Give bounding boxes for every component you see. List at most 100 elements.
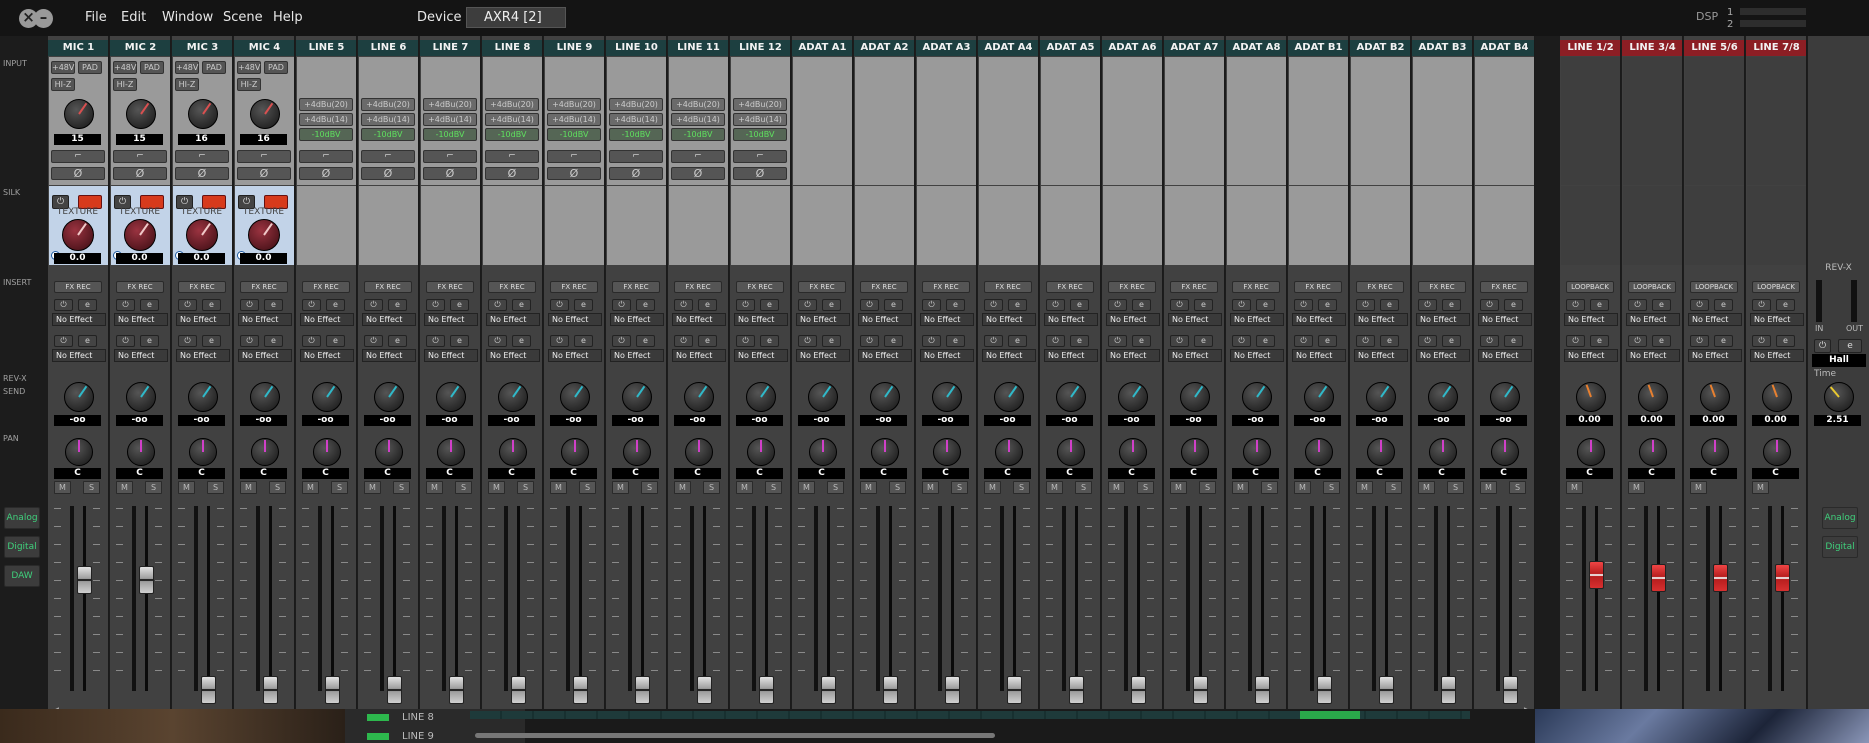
right-analog-view-button[interactable]: Analog bbox=[1822, 507, 1858, 529]
loopback-button[interactable]: LOOPBACK bbox=[1690, 281, 1738, 293]
fader-handle[interactable] bbox=[1713, 564, 1728, 592]
pan-knob[interactable] bbox=[747, 438, 775, 466]
pan-knob[interactable] bbox=[809, 438, 837, 466]
insert-effect-select[interactable]: No Effect bbox=[1106, 313, 1160, 326]
revx-send-knob[interactable] bbox=[1576, 382, 1606, 412]
mute-button[interactable]: M bbox=[798, 481, 815, 494]
insert-effect-select[interactable]: No Effect bbox=[1478, 349, 1532, 362]
insert-effect-select[interactable]: No Effect bbox=[1292, 349, 1346, 362]
fader-handle[interactable] bbox=[1441, 676, 1456, 704]
fx-rec-button[interactable]: FX REC bbox=[178, 281, 226, 293]
pan-knob[interactable] bbox=[499, 438, 527, 466]
silk-texture-knob[interactable] bbox=[186, 219, 218, 251]
fader-handle[interactable] bbox=[77, 566, 92, 594]
silk-texture-knob[interactable] bbox=[124, 219, 156, 251]
mute-button[interactable]: M bbox=[302, 481, 319, 494]
revx-send-knob[interactable] bbox=[312, 382, 342, 412]
insert-edit-icon[interactable]: e bbox=[574, 299, 593, 311]
pan-knob[interactable] bbox=[1305, 438, 1333, 466]
insert-effect-select[interactable]: No Effect bbox=[1750, 349, 1804, 362]
mute-button[interactable]: M bbox=[426, 481, 443, 494]
mute-button[interactable]: M bbox=[1480, 481, 1497, 494]
fader-handle[interactable] bbox=[1775, 564, 1790, 592]
hpf-button[interactable]: ⌐ bbox=[299, 150, 353, 163]
insert-edit-icon[interactable]: e bbox=[1652, 299, 1671, 311]
insert-effect-select[interactable]: No Effect bbox=[1626, 313, 1680, 326]
insert-edit-icon[interactable]: e bbox=[202, 335, 221, 347]
fx-rec-button[interactable]: FX REC bbox=[1108, 281, 1156, 293]
phantom-48v-button[interactable]: +48V bbox=[51, 61, 75, 74]
revx-send-knob[interactable] bbox=[64, 382, 94, 412]
insert-power-icon[interactable]: ⏻ bbox=[488, 299, 507, 311]
level-plus4-14-button[interactable]: +4dBu(14) bbox=[733, 113, 787, 126]
insert-power-icon[interactable]: ⏻ bbox=[364, 335, 383, 347]
mute-button[interactable]: M bbox=[922, 481, 939, 494]
revx-send-knob[interactable] bbox=[684, 382, 714, 412]
pan-knob[interactable] bbox=[437, 438, 465, 466]
fader-handle[interactable] bbox=[1503, 676, 1518, 704]
insert-edit-icon[interactable]: e bbox=[1318, 335, 1337, 347]
insert-power-icon[interactable]: ⏻ bbox=[922, 299, 941, 311]
fader-handle[interactable] bbox=[201, 676, 216, 704]
revx-send-knob[interactable] bbox=[808, 382, 838, 412]
insert-edit-icon[interactable]: e bbox=[822, 299, 841, 311]
mute-button[interactable]: M bbox=[116, 481, 133, 494]
pan-knob[interactable] bbox=[1701, 438, 1729, 466]
pan-knob[interactable] bbox=[623, 438, 651, 466]
insert-edit-icon[interactable]: e bbox=[388, 335, 407, 347]
insert-effect-select[interactable]: No Effect bbox=[672, 349, 726, 362]
fx-rec-button[interactable]: FX REC bbox=[364, 281, 412, 293]
insert-edit-icon[interactable]: e bbox=[1504, 335, 1523, 347]
pan-knob[interactable] bbox=[1181, 438, 1209, 466]
insert-edit-icon[interactable]: e bbox=[1256, 335, 1275, 347]
insert-power-icon[interactable]: ⏻ bbox=[302, 335, 321, 347]
phase-button[interactable]: Ø bbox=[361, 167, 415, 180]
solo-button[interactable]: S bbox=[1447, 481, 1464, 494]
pan-knob[interactable] bbox=[685, 438, 713, 466]
insert-effect-select[interactable]: No Effect bbox=[982, 313, 1036, 326]
fader-handle[interactable] bbox=[1379, 676, 1394, 704]
insert-edit-icon[interactable]: e bbox=[1256, 299, 1275, 311]
insert-power-icon[interactable]: ⏻ bbox=[1108, 299, 1127, 311]
level-minus10-button[interactable]: -10dBV bbox=[299, 128, 353, 141]
insert-power-icon[interactable]: ⏻ bbox=[860, 299, 879, 311]
pad-button[interactable]: PAD bbox=[78, 61, 102, 74]
insert-power-icon[interactable]: ⏻ bbox=[178, 335, 197, 347]
insert-effect-select[interactable]: No Effect bbox=[610, 349, 664, 362]
insert-edit-icon[interactable]: e bbox=[698, 299, 717, 311]
insert-effect-select[interactable]: No Effect bbox=[176, 349, 230, 362]
hi-z-button[interactable]: HI-Z bbox=[175, 78, 199, 91]
hpf-button[interactable]: ⌐ bbox=[671, 150, 725, 163]
insert-edit-icon[interactable]: e bbox=[326, 335, 345, 347]
revx-send-knob[interactable] bbox=[622, 382, 652, 412]
insert-effect-select[interactable]: No Effect bbox=[300, 313, 354, 326]
insert-power-icon[interactable]: ⏻ bbox=[1356, 335, 1375, 347]
insert-power-icon[interactable]: ⏻ bbox=[1232, 299, 1251, 311]
insert-power-icon[interactable]: ⏻ bbox=[302, 299, 321, 311]
insert-power-icon[interactable]: ⏻ bbox=[1046, 335, 1065, 347]
fader-handle[interactable] bbox=[1255, 676, 1270, 704]
pan-knob[interactable] bbox=[313, 438, 341, 466]
fx-rec-button[interactable]: FX REC bbox=[488, 281, 536, 293]
insert-edit-icon[interactable]: e bbox=[1008, 299, 1027, 311]
insert-power-icon[interactable]: ⏻ bbox=[240, 335, 259, 347]
insert-effect-select[interactable]: No Effect bbox=[1106, 349, 1160, 362]
insert-power-icon[interactable]: ⏻ bbox=[1480, 299, 1499, 311]
solo-button[interactable]: S bbox=[1199, 481, 1216, 494]
insert-effect-select[interactable]: No Effect bbox=[796, 349, 850, 362]
phase-button[interactable]: Ø bbox=[485, 167, 539, 180]
pan-knob[interactable] bbox=[995, 438, 1023, 466]
revx-send-knob[interactable] bbox=[498, 382, 528, 412]
pad-button[interactable]: PAD bbox=[140, 61, 164, 74]
revx-send-knob[interactable] bbox=[374, 382, 404, 412]
fx-rec-button[interactable]: FX REC bbox=[240, 281, 288, 293]
solo-button[interactable]: S bbox=[1075, 481, 1092, 494]
insert-edit-icon[interactable]: e bbox=[1194, 299, 1213, 311]
gain-knob[interactable] bbox=[126, 99, 156, 129]
revx-send-knob[interactable] bbox=[1118, 382, 1148, 412]
pan-knob[interactable] bbox=[871, 438, 899, 466]
solo-button[interactable]: S bbox=[889, 481, 906, 494]
insert-edit-icon[interactable]: e bbox=[698, 335, 717, 347]
insert-effect-select[interactable]: No Effect bbox=[1564, 313, 1618, 326]
level-plus4-20-button[interactable]: +4dBu(20) bbox=[299, 98, 353, 111]
